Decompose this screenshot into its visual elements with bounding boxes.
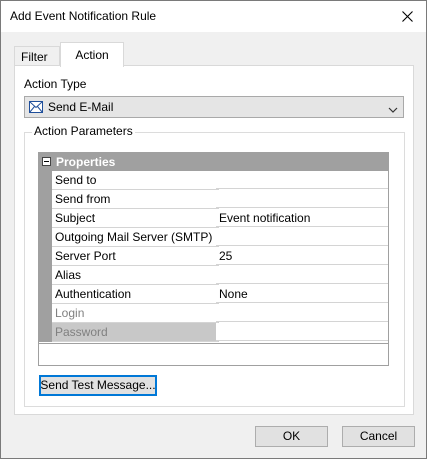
- property-row-alias: Alias: [39, 266, 388, 285]
- property-row-send-from: Send from: [39, 190, 388, 209]
- property-value-password: [216, 323, 388, 341]
- property-category-row: Properties: [39, 153, 388, 171]
- action-parameters-label: Action Parameters: [32, 124, 135, 138]
- ok-button[interactable]: OK: [255, 426, 328, 447]
- row-gutter: [39, 266, 52, 285]
- dialog-window: Add Event Notification Rule Filter Actio…: [0, 0, 427, 459]
- row-gutter: [39, 228, 52, 247]
- property-value-subject[interactable]: Event notification: [216, 209, 388, 227]
- mail-icon: [29, 101, 43, 116]
- action-tab-panel: Action Type Send E-Mail Action Parameter…: [14, 65, 414, 415]
- row-gutter: [39, 247, 52, 266]
- send-test-message-button[interactable]: Send Test Message...: [39, 375, 157, 396]
- property-value-login: [216, 304, 388, 322]
- property-row-smtp: Outgoing Mail Server (SMTP): [39, 228, 388, 247]
- property-row-password: Password: [39, 323, 388, 342]
- property-row-login: Login: [39, 304, 388, 323]
- property-category-label: Properties: [56, 155, 116, 169]
- chevron-down-icon[interactable]: [388, 103, 398, 117]
- row-gutter: [39, 171, 52, 190]
- property-rows: Send to Send from Subject Event notifica…: [39, 171, 388, 342]
- tab-action[interactable]: Action: [60, 42, 124, 67]
- property-row-server-port: Server Port 25: [39, 247, 388, 266]
- property-value-alias[interactable]: [216, 266, 388, 284]
- action-type-dropdown[interactable]: Send E-Mail: [24, 96, 404, 118]
- property-grid: Properties Send to Send from Subject Eve…: [38, 152, 389, 366]
- property-row-send-to: Send to: [39, 171, 388, 190]
- grid-description-divider: [39, 343, 388, 344]
- property-value-server-port[interactable]: 25: [216, 247, 388, 265]
- property-value-send-to[interactable]: [216, 171, 388, 189]
- row-gutter: [39, 285, 52, 304]
- property-name: Send to: [52, 171, 219, 190]
- property-name: Send from: [52, 190, 219, 209]
- tab-filter[interactable]: Filter: [14, 46, 60, 66]
- property-value-smtp[interactable]: [216, 228, 388, 246]
- action-type-value: Send E-Mail: [48, 100, 114, 114]
- row-gutter: [39, 304, 52, 323]
- row-gutter: [39, 323, 52, 342]
- property-name: Server Port: [52, 247, 219, 266]
- property-row-authentication: Authentication None: [39, 285, 388, 304]
- row-gutter: [39, 209, 52, 228]
- close-icon[interactable]: [394, 4, 420, 28]
- property-name: Password: [52, 323, 219, 342]
- cancel-button[interactable]: Cancel: [342, 426, 415, 447]
- collapse-icon[interactable]: [42, 157, 51, 166]
- row-gutter: [39, 190, 52, 209]
- property-name: Alias: [52, 266, 219, 285]
- title-bar: Add Event Notification Rule: [1, 1, 426, 32]
- property-name: Subject: [52, 209, 219, 228]
- property-row-subject: Subject Event notification: [39, 209, 388, 228]
- property-name: Outgoing Mail Server (SMTP): [52, 228, 219, 247]
- property-value-send-from[interactable]: [216, 190, 388, 208]
- property-name: Login: [52, 304, 219, 323]
- action-type-label: Action Type: [24, 77, 87, 91]
- property-name: Authentication: [52, 285, 219, 304]
- window-title: Add Event Notification Rule: [10, 9, 157, 23]
- property-value-authentication[interactable]: None: [216, 285, 388, 303]
